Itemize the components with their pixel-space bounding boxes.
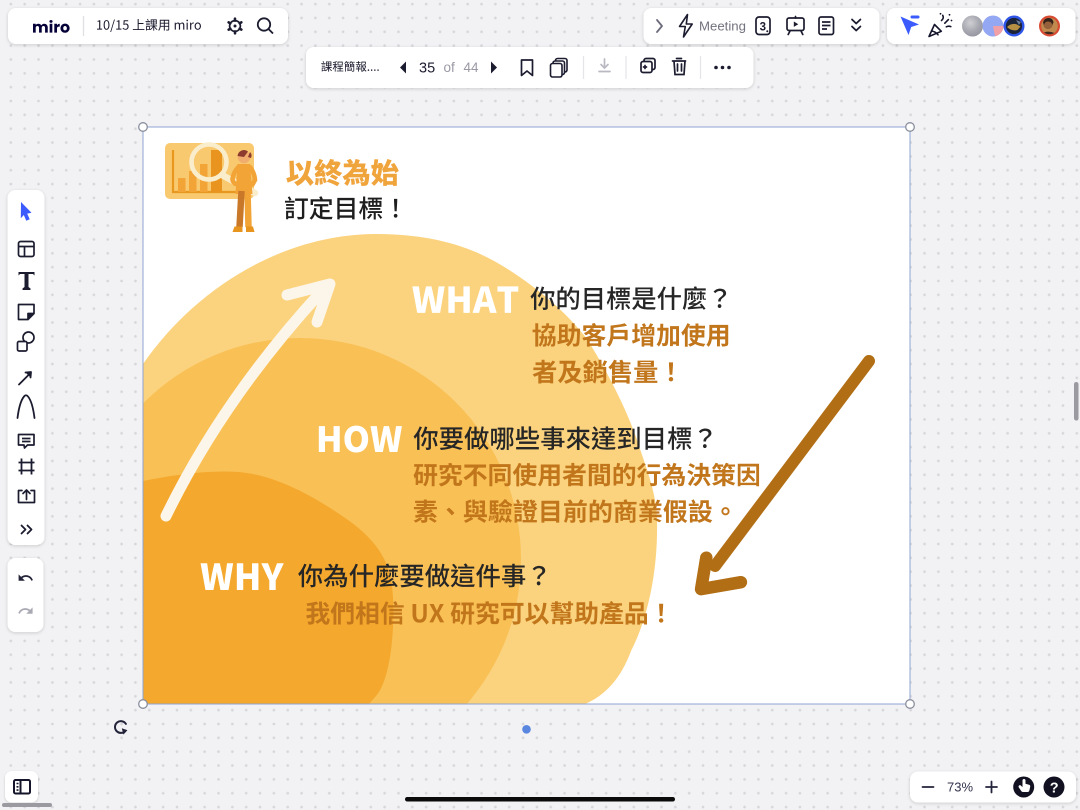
- svg-text:of: of: [444, 60, 456, 75]
- svg-text:3: 3: [760, 22, 766, 34]
- svg-text:Meeting: Meeting: [699, 19, 746, 34]
- svg-text:35: 35: [419, 61, 435, 77]
- svg-text:44: 44: [464, 60, 480, 75]
- svg-text:73%: 73%: [947, 780, 973, 795]
- svg-text:?: ?: [1050, 780, 1059, 796]
